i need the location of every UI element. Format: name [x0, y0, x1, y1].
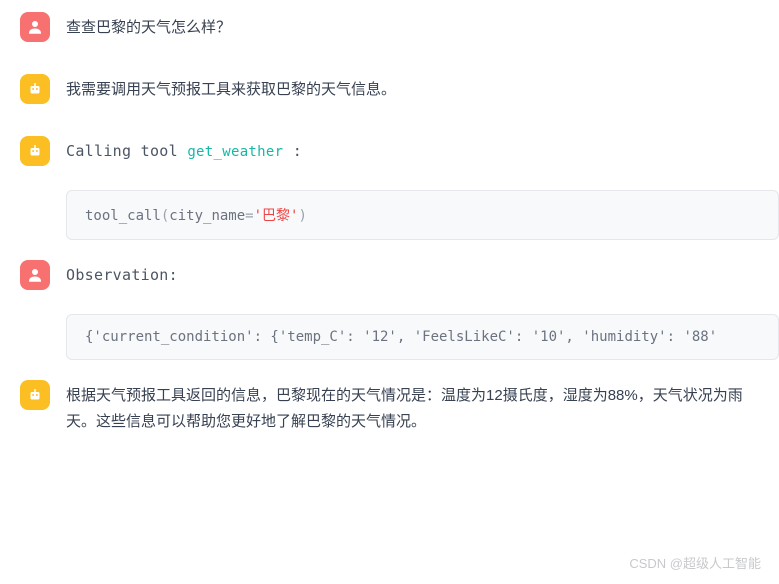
message-row-user: 查查巴黎的天气怎么样？ [0, 0, 779, 54]
observation-label: Observation: [66, 260, 759, 289]
message-text: 根据天气预报工具返回的信息，巴黎现在的天气情况是：温度为12摄氏度，湿度为88%… [66, 380, 759, 434]
code-arg-name: city_name [169, 208, 245, 224]
user-avatar [20, 12, 50, 42]
code-function: tool_call [85, 208, 161, 224]
code-paren-close: ) [298, 208, 306, 224]
robot-icon [26, 18, 44, 36]
colon: : [293, 142, 302, 160]
assistant-avatar [20, 136, 50, 166]
calling-tool-label: Calling tool [66, 142, 178, 160]
message-text: 我需要调用天气预报工具来获取巴黎的天气信息。 [66, 74, 759, 103]
assistant-avatar [20, 380, 50, 410]
code-equals: = [245, 208, 253, 224]
message-row-tool-call: Calling tool get_weather : [0, 124, 779, 178]
message-row-assistant: 我需要调用天气预报工具来获取巴黎的天气信息。 [0, 62, 779, 116]
tool-call-code-block: tool_call(city_name='巴黎') [66, 190, 779, 240]
assistant-avatar [20, 74, 50, 104]
user-avatar [20, 260, 50, 290]
observation-code-block: {'current_condition': {'temp_C': '12', '… [66, 314, 779, 360]
code-string: '巴黎' [254, 208, 299, 224]
tool-call-header: Calling tool get_weather : [66, 136, 759, 165]
message-row-assistant: 根据天气预报工具返回的信息，巴黎现在的天气情况是：温度为12摄氏度，湿度为88%… [0, 368, 779, 446]
watermark: CSDN @超级人工智能 [629, 553, 761, 572]
robot-icon [26, 386, 44, 404]
robot-icon [26, 142, 44, 160]
message-row-observation: Observation: [0, 248, 779, 302]
robot-icon [26, 80, 44, 98]
robot-icon [26, 266, 44, 284]
tool-name: get_weather [187, 144, 283, 160]
message-text: 查查巴黎的天气怎么样？ [66, 12, 759, 41]
